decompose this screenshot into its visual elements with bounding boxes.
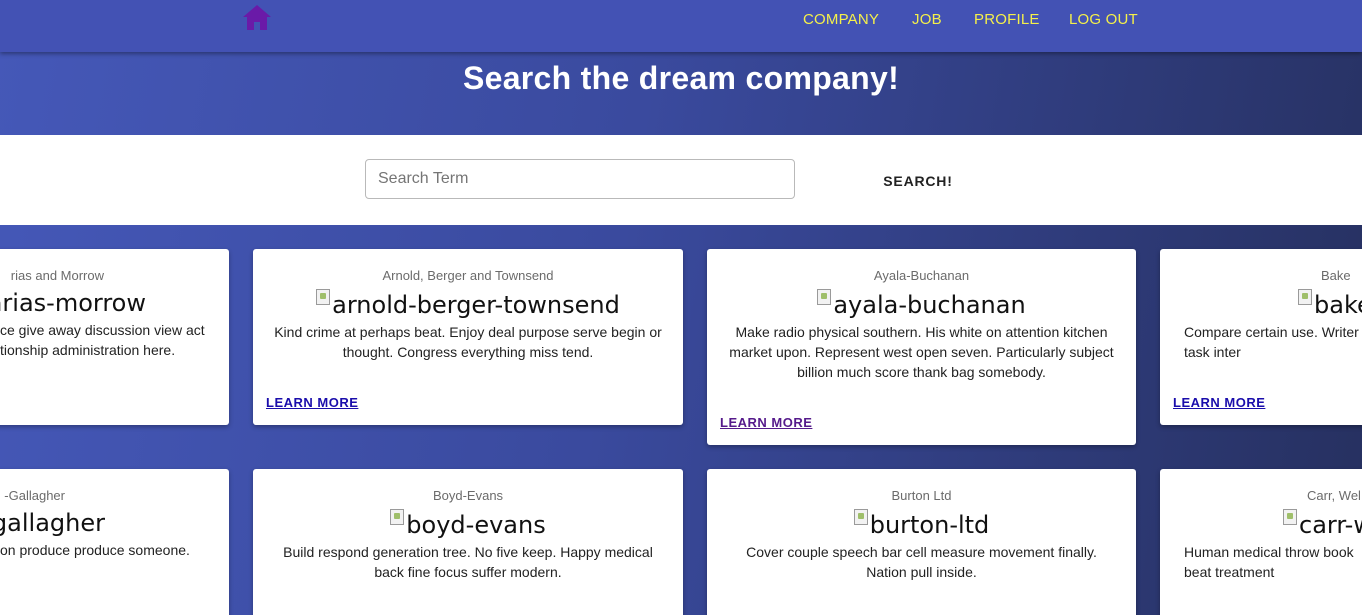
company-logo: burton-ltd — [707, 509, 1136, 539]
nav-links: COMPANY JOB PROFILE LOG OUT — [0, 11, 1362, 31]
company-description: Build respond generation tree. No five k… — [283, 544, 653, 580]
broken-image-icon — [316, 289, 331, 305]
company-name: Arnold, Berger and Townsend — [382, 268, 554, 283]
company-name: -Gallagher — [4, 488, 65, 503]
company-logo: ayala-buchanan — [707, 289, 1136, 319]
company-name: Bake — [1321, 268, 1351, 283]
company-description: on produce produce someone. — [0, 542, 190, 558]
company-description: Make radio physical southern. His white … — [729, 324, 1114, 380]
company-card: -Gallagher -gallagher on produce produce… — [0, 469, 229, 615]
learn-more-link[interactable]: LEARN MORE — [266, 395, 358, 410]
company-card: Carr, Wel carr-w Human medical throw boo… — [1160, 469, 1362, 615]
company-name: Burton Ltd — [891, 488, 952, 503]
broken-image-icon — [853, 509, 868, 525]
company-logo: boyd-evans — [253, 509, 683, 539]
company-description: Cover couple speech bar cell measure mov… — [746, 544, 1097, 580]
learn-more-link[interactable]: LEARN MORE — [1173, 395, 1265, 410]
company-name: Boyd-Evans — [432, 488, 504, 503]
broken-image-icon — [817, 289, 832, 305]
company-logo-alt: bake — [1314, 291, 1362, 319]
company-logo: arnold-berger-townsend — [253, 289, 683, 319]
company-logo-alt: ayala-buchanan — [833, 291, 1026, 319]
company-name: rias and Morrow — [10, 268, 104, 283]
company-description: Kind crime at perhaps beat. Enjoy deal p… — [274, 324, 662, 360]
company-name: Ayala-Buchanan — [873, 268, 970, 283]
nav-job-link[interactable]: JOB — [912, 11, 942, 28]
company-logo-alt: burton-ltd — [869, 511, 990, 539]
company-logo-alt: -arias-morrow — [0, 289, 146, 317]
company-description: Compare certain use. Writer task inter — [1184, 324, 1359, 360]
company-logo: bake — [1160, 289, 1362, 319]
company-logo: -gallagher — [0, 509, 229, 537]
broken-image-icon — [1283, 509, 1297, 525]
company-description: ce give away discussion view act tionshi… — [0, 322, 205, 358]
top-navbar: COMPANY JOB PROFILE LOG OUT — [0, 0, 1362, 52]
nav-company-link[interactable]: COMPANY — [803, 11, 879, 28]
company-card: Arnold, Berger and Townsend arnold-berge… — [253, 249, 683, 425]
broken-image-icon — [1298, 289, 1312, 305]
company-logo: -arias-morrow — [0, 289, 229, 317]
company-card: Burton Ltd burton-ltd Cover couple speec… — [707, 469, 1136, 615]
broken-image-icon — [390, 509, 405, 525]
company-card-grid: rias and Morrow -arias-morrow ce give aw… — [0, 0, 1362, 615]
company-card: Boyd-Evans boyd-evans Build respond gene… — [253, 469, 683, 615]
company-logo-alt: -gallagher — [0, 509, 105, 537]
nav-logout-link[interactable]: LOG OUT — [1069, 11, 1138, 28]
company-logo-alt: boyd-evans — [406, 511, 546, 539]
company-logo-alt: arnold-berger-townsend — [332, 291, 620, 319]
company-logo-alt: carr-w — [1299, 511, 1362, 539]
company-card: rias and Morrow -arias-morrow ce give aw… — [0, 249, 229, 425]
company-logo: carr-w — [1160, 509, 1362, 539]
company-card: Bake bake Compare certain use. Writer ta… — [1160, 249, 1362, 425]
learn-more-link[interactable]: LEARN MORE — [720, 415, 812, 430]
nav-profile-link[interactable]: PROFILE — [974, 11, 1040, 28]
company-card: Ayala-Buchanan ayala-buchanan Make radio… — [707, 249, 1136, 445]
company-description: Human medical throw book beat treatment — [1184, 544, 1354, 580]
company-name: Carr, Wel — [1307, 488, 1361, 503]
